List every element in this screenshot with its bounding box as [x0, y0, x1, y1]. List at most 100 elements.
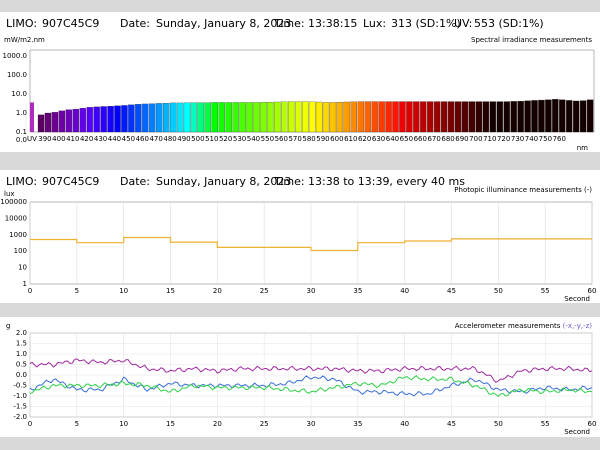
x-tick-label: 680 — [441, 135, 454, 143]
spectral-bar — [135, 104, 142, 133]
x-tick-label: 40 — [400, 420, 409, 428]
x-tick-label: 30 — [307, 287, 316, 295]
x-tick-label: 15 — [166, 420, 175, 428]
spectral-bar — [239, 102, 246, 133]
spectral-bar — [225, 102, 232, 133]
x-tick-label: 490 — [177, 135, 190, 143]
x-tick-label: 510 — [205, 135, 218, 143]
y-axis-label: g — [6, 322, 10, 330]
x-tick-label: 10 — [119, 287, 128, 295]
spectral-bar — [454, 101, 462, 133]
spectral-bar — [406, 101, 413, 133]
spectral-bar — [538, 99, 545, 133]
x-tick-label: 5 — [75, 287, 79, 295]
x-tick-label: 710 — [483, 135, 496, 143]
illuminance-chart: lux Photopic illuminance measurements (-)… — [0, 186, 596, 303]
x-tick-label: 660 — [414, 135, 427, 143]
y-tick-label: 1 — [23, 280, 27, 288]
spectral-bar — [128, 104, 135, 133]
spectral-bar — [121, 105, 128, 133]
y-tick-label: 0.0 — [16, 136, 27, 144]
x-axis-label: Second — [564, 295, 590, 303]
spectral-bar — [468, 101, 476, 133]
x-tick-label: 580 — [302, 135, 315, 143]
x-tick-label: 25 — [260, 420, 269, 428]
x-tick-label: 630 — [372, 135, 385, 143]
spectral-bar — [288, 101, 295, 133]
spectral-bar — [531, 100, 538, 133]
x-tick-label: 10 — [119, 420, 128, 428]
spectral-bar — [559, 99, 566, 133]
legend-text: (-x,-y,-z) — [563, 322, 593, 330]
x-tick-label: 480 — [163, 135, 176, 143]
spectral-chart: mW/m2.nm Spectral irradiance measurements… — [3, 36, 595, 152]
spectral-bar — [357, 101, 364, 133]
spectral-bar — [322, 102, 330, 133]
spectral-bar — [510, 101, 517, 133]
x-tick-label: 50 — [494, 287, 503, 295]
spectral-bar — [482, 101, 490, 133]
y-tick-label: 1.0 — [16, 350, 27, 358]
x-tick-label: 0 — [28, 287, 32, 295]
y-tick-label: 1.5 — [16, 340, 27, 348]
x-tick-label: 460 — [136, 135, 149, 143]
spectral-bar — [350, 101, 357, 133]
spectral-bar — [371, 101, 378, 133]
spectral-bar — [65, 109, 73, 133]
x-axis-label: nm — [577, 144, 588, 152]
spectral-bar — [385, 101, 392, 133]
spectral-bar — [524, 100, 531, 133]
accelerometer-panel: g Accelerometer measurements (-x,-y,-z) 2.… — [0, 317, 600, 437]
y-tick-label: -1.0 — [13, 392, 27, 400]
x-tick-label: 400 — [52, 135, 65, 143]
x-tick-label: 470 — [149, 135, 162, 143]
spectral-bar — [107, 106, 114, 133]
spectral-bar — [176, 102, 184, 133]
x-tick-label: 15 — [166, 287, 175, 295]
spectral-bar — [434, 101, 441, 133]
chart-title-text: Accelerometer measurements — [455, 322, 563, 330]
y-tick-label: 100000 — [0, 198, 27, 206]
spectral-bar — [378, 101, 385, 133]
x-tick-label: 55 — [541, 420, 550, 428]
x-tick-label: 25 — [260, 287, 269, 295]
x-tick-label: 450 — [122, 135, 135, 143]
chart-title: Spectral irradiance measurements — [471, 36, 592, 44]
chart-title: Accelerometer measurements (-x,-y,-z) — [455, 322, 593, 330]
spectral-bar — [72, 108, 79, 133]
spectral-bar — [440, 101, 448, 133]
x-tick-label: 700 — [469, 135, 482, 143]
spectral-bar — [336, 102, 344, 133]
spectral-bar — [100, 106, 107, 133]
x-tick-label: 560 — [275, 135, 288, 143]
x-tick-label: UV — [27, 135, 37, 143]
y-axis-label: mW/m2.nm — [4, 36, 45, 44]
y-tick-label: -1.5 — [13, 403, 27, 411]
x-tick-label: 20 — [213, 420, 222, 428]
spectral-bar — [232, 102, 239, 133]
spectral-bar — [204, 102, 212, 133]
illuminance-panel: LIMO: 907C45C9 Date: Sunday, January 8, … — [0, 170, 600, 303]
spectral-bar — [308, 101, 316, 133]
spectral-bar — [503, 101, 510, 133]
spectral-bar — [552, 99, 559, 133]
spectral-bar — [246, 102, 253, 133]
y-tick-label: 10000 — [5, 214, 27, 222]
x-tick-label: 30 — [307, 420, 316, 428]
x-tick-label: 590 — [316, 135, 329, 143]
spectral-bar — [79, 108, 86, 133]
x-tick-label: 570 — [288, 135, 301, 143]
spectral-bar — [413, 101, 420, 133]
x-tick-label: 740 — [525, 135, 538, 143]
spectral-bar — [253, 102, 260, 133]
x-tick-label: 520 — [219, 135, 232, 143]
spectral-bar — [281, 101, 288, 133]
spectral-bar — [149, 103, 156, 133]
spectral-bar — [114, 105, 121, 133]
x-tick-label: 5 — [75, 420, 79, 428]
spectral-bar — [315, 101, 323, 133]
spectral-bar — [399, 101, 406, 133]
spectral-bar — [579, 100, 587, 133]
spectral-bar — [169, 102, 177, 133]
x-tick-label: 690 — [455, 135, 468, 143]
